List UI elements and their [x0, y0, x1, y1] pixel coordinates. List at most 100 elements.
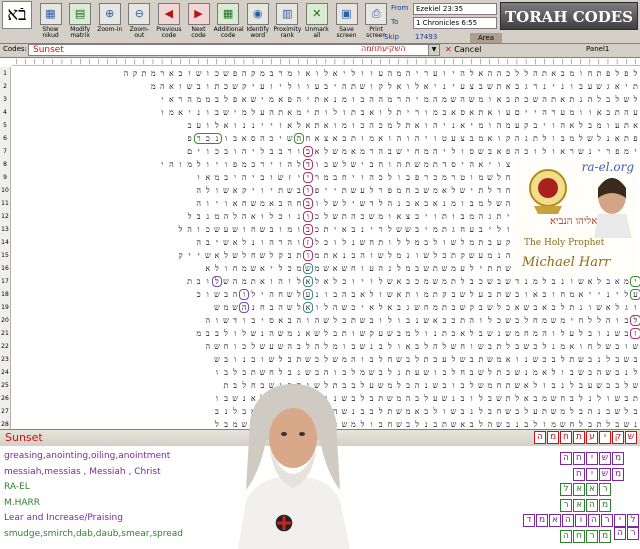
- matrix-letter[interactable]: ע: [531, 405, 540, 418]
- matrix-letter[interactable]: ג: [522, 80, 531, 93]
- matrix-letter[interactable]: ת: [322, 223, 331, 236]
- matrix-letter[interactable]: ו: [158, 106, 167, 119]
- matrix-letter[interactable]: פ: [504, 145, 513, 158]
- matrix-letter[interactable]: ש: [495, 418, 504, 429]
- matrix-letter[interactable]: ב: [631, 405, 640, 418]
- matrix-letter[interactable]: א: [240, 132, 249, 145]
- matrix-letter[interactable]: נ: [422, 418, 431, 429]
- matrix-letter[interactable]: מ: [531, 366, 540, 379]
- matrix-letter[interactable]: ו: [540, 418, 549, 429]
- matrix-letter[interactable]: מ: [540, 314, 549, 327]
- app-logo[interactable]: בֿא: [2, 1, 32, 29]
- matrix-letter[interactable]: מ: [622, 145, 631, 158]
- matrix-letter[interactable]: ה: [376, 93, 385, 106]
- matrix-letter[interactable]: ו: [495, 106, 504, 119]
- matrix-letter[interactable]: א: [467, 106, 476, 119]
- matrix-letter[interactable]: ו: [549, 288, 558, 301]
- matrix-letter[interactable]: ה: [476, 210, 485, 223]
- ad-url[interactable]: ra-el.org: [582, 160, 634, 174]
- matrix-letter[interactable]: ש: [513, 366, 522, 379]
- code-highlight[interactable]: [302, 289, 313, 300]
- matrix-letter[interactable]: ק: [367, 327, 376, 340]
- matrix-letter[interactable]: ע: [458, 80, 467, 93]
- matrix-letter[interactable]: ה: [322, 366, 331, 379]
- matrix-letter[interactable]: ש: [576, 145, 585, 158]
- matrix-letter[interactable]: ת: [313, 93, 322, 106]
- matrix-letter[interactable]: ו: [349, 119, 358, 132]
- matrix-letter[interactable]: מ: [495, 353, 504, 366]
- matrix-letter[interactable]: ע: [586, 80, 595, 93]
- matrix-letter[interactable]: ש: [276, 340, 285, 353]
- matrix-letter[interactable]: ה: [431, 340, 440, 353]
- matrix-letter[interactable]: ת: [449, 275, 458, 288]
- matrix-letter[interactable]: ל: [185, 210, 194, 223]
- matrix-letter[interactable]: ו: [231, 119, 240, 132]
- matrix-letter[interactable]: ס: [267, 314, 276, 327]
- matrix-letter[interactable]: ו: [322, 106, 331, 119]
- matrix-letter[interactable]: ב: [485, 288, 494, 301]
- matrix-letter[interactable]: ש: [485, 353, 494, 366]
- matrix-letter[interactable]: ש: [549, 392, 558, 405]
- matrix-letter[interactable]: ב: [604, 106, 613, 119]
- matrix-letter[interactable]: ח: [385, 353, 394, 366]
- matrix-letter[interactable]: ש: [212, 353, 221, 366]
- matrix-letter[interactable]: ש: [476, 379, 485, 392]
- matrix-letter[interactable]: י: [458, 158, 467, 171]
- matrix-letter[interactable]: ש: [394, 353, 403, 366]
- matrix-letter[interactable]: נ: [558, 275, 567, 288]
- matrix-letter[interactable]: י: [476, 262, 485, 275]
- matrix-letter[interactable]: ל: [212, 119, 221, 132]
- matrix-letter[interactable]: ש: [458, 288, 467, 301]
- matrix-letter[interactable]: מ: [149, 67, 158, 80]
- matrix-letter[interactable]: ש: [285, 301, 294, 314]
- matrix-letter[interactable]: ב: [567, 392, 576, 405]
- matrix-letter[interactable]: ב: [404, 379, 413, 392]
- matrix-letter[interactable]: ש: [212, 340, 221, 353]
- matrix-letter[interactable]: ב: [604, 379, 613, 392]
- matrix-letter[interactable]: ש: [249, 327, 258, 340]
- matrix-letter[interactable]: מ: [504, 119, 513, 132]
- matrix-letter[interactable]: ש: [449, 93, 458, 106]
- matrix-letter[interactable]: ה: [513, 132, 522, 145]
- matrix-letter[interactable]: ה: [404, 392, 413, 405]
- matrix-letter[interactable]: ג: [404, 301, 413, 314]
- matrix-letter[interactable]: ב: [440, 106, 449, 119]
- matrix-letter[interactable]: ב: [549, 275, 558, 288]
- matrix-letter[interactable]: ק: [376, 80, 385, 93]
- matrix-letter[interactable]: ש: [194, 67, 203, 80]
- matrix-letter[interactable]: ב: [258, 171, 267, 184]
- matrix-letter[interactable]: ש: [231, 223, 240, 236]
- matrix-letter[interactable]: ו: [203, 119, 212, 132]
- matrix-letter[interactable]: ל: [394, 262, 403, 275]
- matrix-letter[interactable]: ש: [367, 366, 376, 379]
- matrix-letter[interactable]: כ: [476, 275, 485, 288]
- matrix-letter[interactable]: מ: [385, 379, 394, 392]
- matrix-letter[interactable]: ב: [367, 405, 376, 418]
- matrix-letter[interactable]: ב: [613, 353, 622, 366]
- matrix-letter[interactable]: כ: [240, 340, 249, 353]
- matrix-letter[interactable]: א: [176, 106, 185, 119]
- matrix-letter[interactable]: ו: [394, 340, 403, 353]
- matrix-letter[interactable]: א: [203, 262, 212, 275]
- matrix-letter[interactable]: מ: [567, 106, 576, 119]
- matrix-letter[interactable]: ל: [249, 340, 258, 353]
- matrix-letter[interactable]: א: [458, 119, 467, 132]
- matrix-letter[interactable]: מ: [476, 197, 485, 210]
- matrix-letter[interactable]: ת: [185, 275, 194, 288]
- matrix-letter[interactable]: ו: [340, 340, 349, 353]
- matrix-letter[interactable]: ל: [358, 418, 367, 429]
- matrix-letter[interactable]: נ: [449, 392, 458, 405]
- matrix-letter[interactable]: מ: [531, 327, 540, 340]
- matrix-letter[interactable]: מ: [476, 93, 485, 106]
- matrix-letter[interactable]: ו: [267, 171, 276, 184]
- matrix-letter[interactable]: ו: [586, 106, 595, 119]
- matrix-letter[interactable]: צ: [404, 210, 413, 223]
- matrix-letter[interactable]: ה: [485, 418, 494, 429]
- matrix-letter[interactable]: ו: [367, 249, 376, 262]
- matrix-letter[interactable]: א: [340, 223, 349, 236]
- matrix-letter[interactable]: מ: [485, 379, 494, 392]
- matrix-letter[interactable]: ש: [485, 171, 494, 184]
- matrix-letter[interactable]: מ: [531, 275, 540, 288]
- matrix-letter[interactable]: ו: [194, 171, 203, 184]
- matrix-letter[interactable]: נ: [522, 366, 531, 379]
